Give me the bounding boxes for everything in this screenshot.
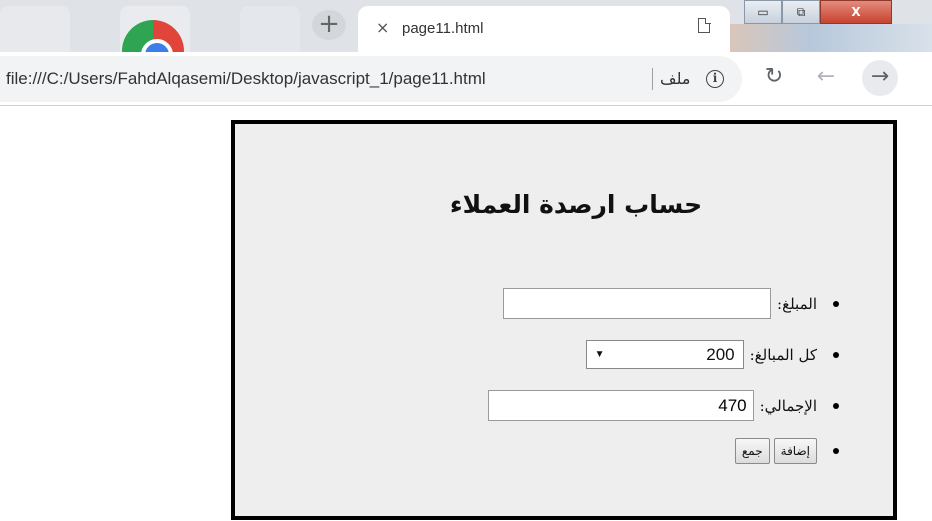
- total-label: الإجمالي:: [759, 396, 817, 415]
- file-scheme-label[interactable]: ملف: [660, 69, 690, 88]
- address-bar[interactable]: file:///C:/Users/FahdAlqasemi/Desktop/ja…: [0, 56, 742, 102]
- bullet: [833, 300, 839, 307]
- close-window-button[interactable]: X: [820, 0, 892, 24]
- page-heading-text: حساب ارصدة العملاء: [449, 190, 703, 219]
- bullet: [833, 351, 839, 358]
- tab-strip: + × page11.html ▭ ⧉ X: [0, 0, 932, 82]
- add-button[interactable]: إضافة: [773, 438, 817, 464]
- info-icon[interactable]: i: [706, 70, 724, 88]
- bullet: [833, 448, 839, 454]
- bullet: [833, 402, 839, 409]
- all-amounts-selected-value: 200: [706, 344, 735, 364]
- list-item-all-amounts: كل المبالغ: 200 ▼: [585, 340, 839, 369]
- maximize-button[interactable]: ⧉: [782, 0, 820, 24]
- list-item-total: الإجمالي:: [487, 390, 839, 421]
- total-input[interactable]: [487, 390, 754, 421]
- window-controls: ▭ ⧉ X: [744, 0, 904, 24]
- all-amounts-label: كل المبالغ:: [749, 345, 817, 364]
- amount-input[interactable]: [503, 288, 772, 319]
- button-group: إضافة جمع: [734, 438, 817, 464]
- active-tab[interactable]: × page11.html: [358, 6, 730, 52]
- url-text[interactable]: file:///C:/Users/FahdAlqasemi/Desktop/ja…: [6, 69, 486, 89]
- list-item-buttons: إضافة جمع: [734, 438, 839, 464]
- amount-label: المبلغ:: [777, 294, 817, 313]
- all-amounts-select[interactable]: 200 ▼: [585, 340, 744, 369]
- background-tab[interactable]: [240, 6, 300, 52]
- browser-toolbar: file:///C:/Users/FahdAlqasemi/Desktop/ja…: [0, 52, 932, 106]
- reload-button[interactable]: ↻: [760, 64, 788, 92]
- desktop-background: [730, 24, 932, 52]
- background-tab[interactable]: [0, 6, 70, 52]
- new-tab-button[interactable]: +: [312, 10, 346, 40]
- page-icon: [698, 17, 711, 33]
- calculator-box: حساب ارصدة العملاء المبلغ: كل المبالغ: 2…: [231, 120, 897, 520]
- separator: [652, 68, 653, 90]
- page-heading: حساب ارصدة العملاء: [235, 190, 893, 219]
- chevron-down-icon: ▼: [594, 349, 605, 360]
- forward-button[interactable]: →: [862, 60, 898, 96]
- minimize-button[interactable]: ▭: [744, 0, 782, 24]
- tab-close-icon[interactable]: ×: [376, 18, 389, 37]
- back-button[interactable]: ←: [812, 64, 840, 92]
- list-item-amount: المبلغ:: [503, 288, 839, 319]
- tab-title: page11.html: [402, 20, 484, 37]
- sum-button[interactable]: جمع: [734, 438, 770, 464]
